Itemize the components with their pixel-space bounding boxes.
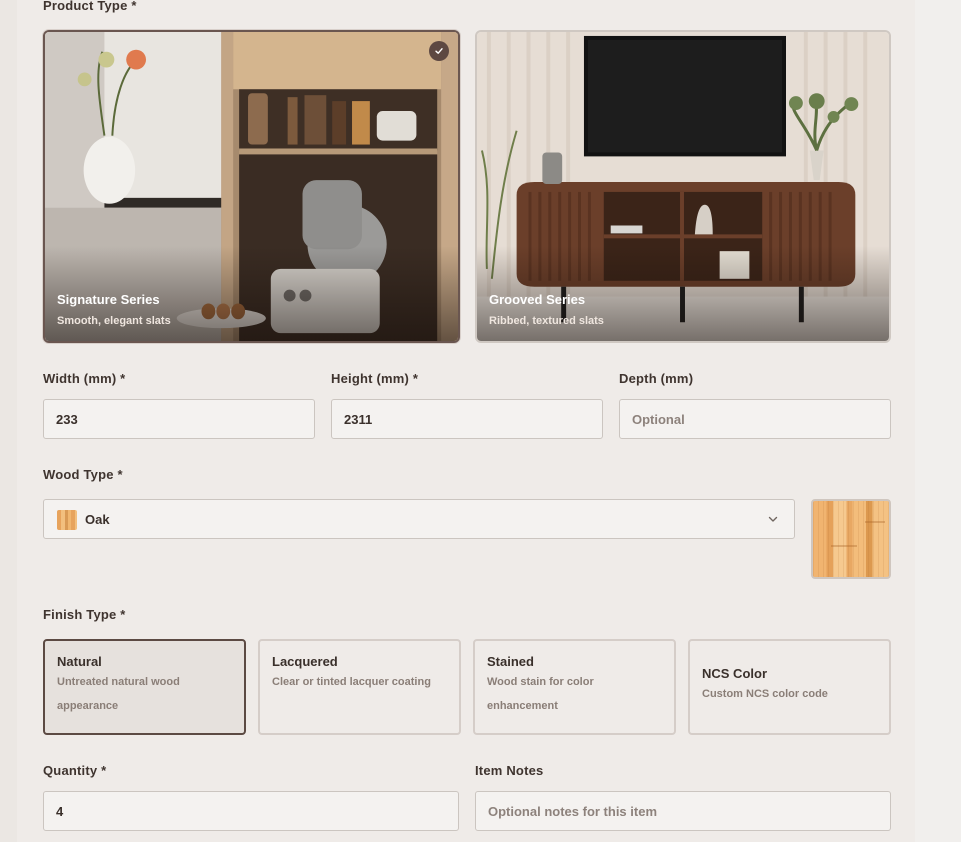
width-input[interactable]: 233 — [43, 399, 315, 439]
finish-title: NCS Color — [702, 666, 767, 681]
product-card-signature[interactable]: Signature Series Smooth, elegant slats — [43, 30, 460, 343]
depth-input[interactable]: Optional — [619, 399, 891, 439]
wood-preview-swatch — [811, 499, 891, 579]
quantity-input[interactable]: 4 — [43, 791, 459, 831]
wood-type-selected: Oak — [85, 511, 110, 527]
oak-swatch-icon — [57, 510, 77, 530]
finish-title: Lacquered — [272, 654, 338, 669]
finish-option-ncs[interactable]: NCS Color Custom NCS color code — [688, 639, 891, 735]
product-card-grooved[interactable]: Grooved Series Ribbed, textured slats — [475, 30, 891, 343]
finish-option-natural[interactable]: Natural Untreated natural wood appearanc… — [43, 639, 246, 735]
finish-title: Natural — [57, 654, 102, 669]
height-input[interactable]: 2311 — [331, 399, 603, 439]
product-type-label: Product Type * — [43, 0, 137, 13]
depth-label: Depth (mm) — [619, 371, 694, 386]
check-icon — [429, 41, 449, 61]
item-notes-label: Item Notes — [475, 763, 544, 778]
quantity-label: Quantity * — [43, 763, 107, 778]
chevron-down-icon — [766, 512, 780, 531]
right-gutter — [915, 0, 961, 842]
finish-option-lacquered[interactable]: Lacquered Clear or tinted lacquer coatin… — [258, 639, 461, 735]
finish-description: Clear or tinted lacquer coating — [272, 676, 431, 688]
finish-description: Custom NCS color code — [702, 688, 828, 700]
item-notes-input[interactable]: Optional notes for this item — [475, 791, 891, 831]
card-title: Signature Series — [57, 292, 160, 307]
finish-description: Wood stain for color enhancement — [487, 676, 594, 712]
card-subtitle: Ribbed, textured slats — [489, 315, 604, 327]
finish-description: Untreated natural wood appearance — [57, 676, 180, 712]
wood-type-select[interactable]: Oak — [43, 499, 795, 539]
finish-type-label: Finish Type * — [43, 607, 126, 622]
width-label: Width (mm) * — [43, 371, 126, 386]
finish-title: Stained — [487, 654, 534, 669]
card-subtitle: Smooth, elegant slats — [57, 315, 171, 327]
height-label: Height (mm) * — [331, 371, 419, 386]
card-title: Grooved Series — [489, 292, 586, 307]
finish-option-stained[interactable]: Stained Wood stain for color enhancement — [473, 639, 676, 735]
wood-type-label: Wood Type * — [43, 467, 123, 482]
